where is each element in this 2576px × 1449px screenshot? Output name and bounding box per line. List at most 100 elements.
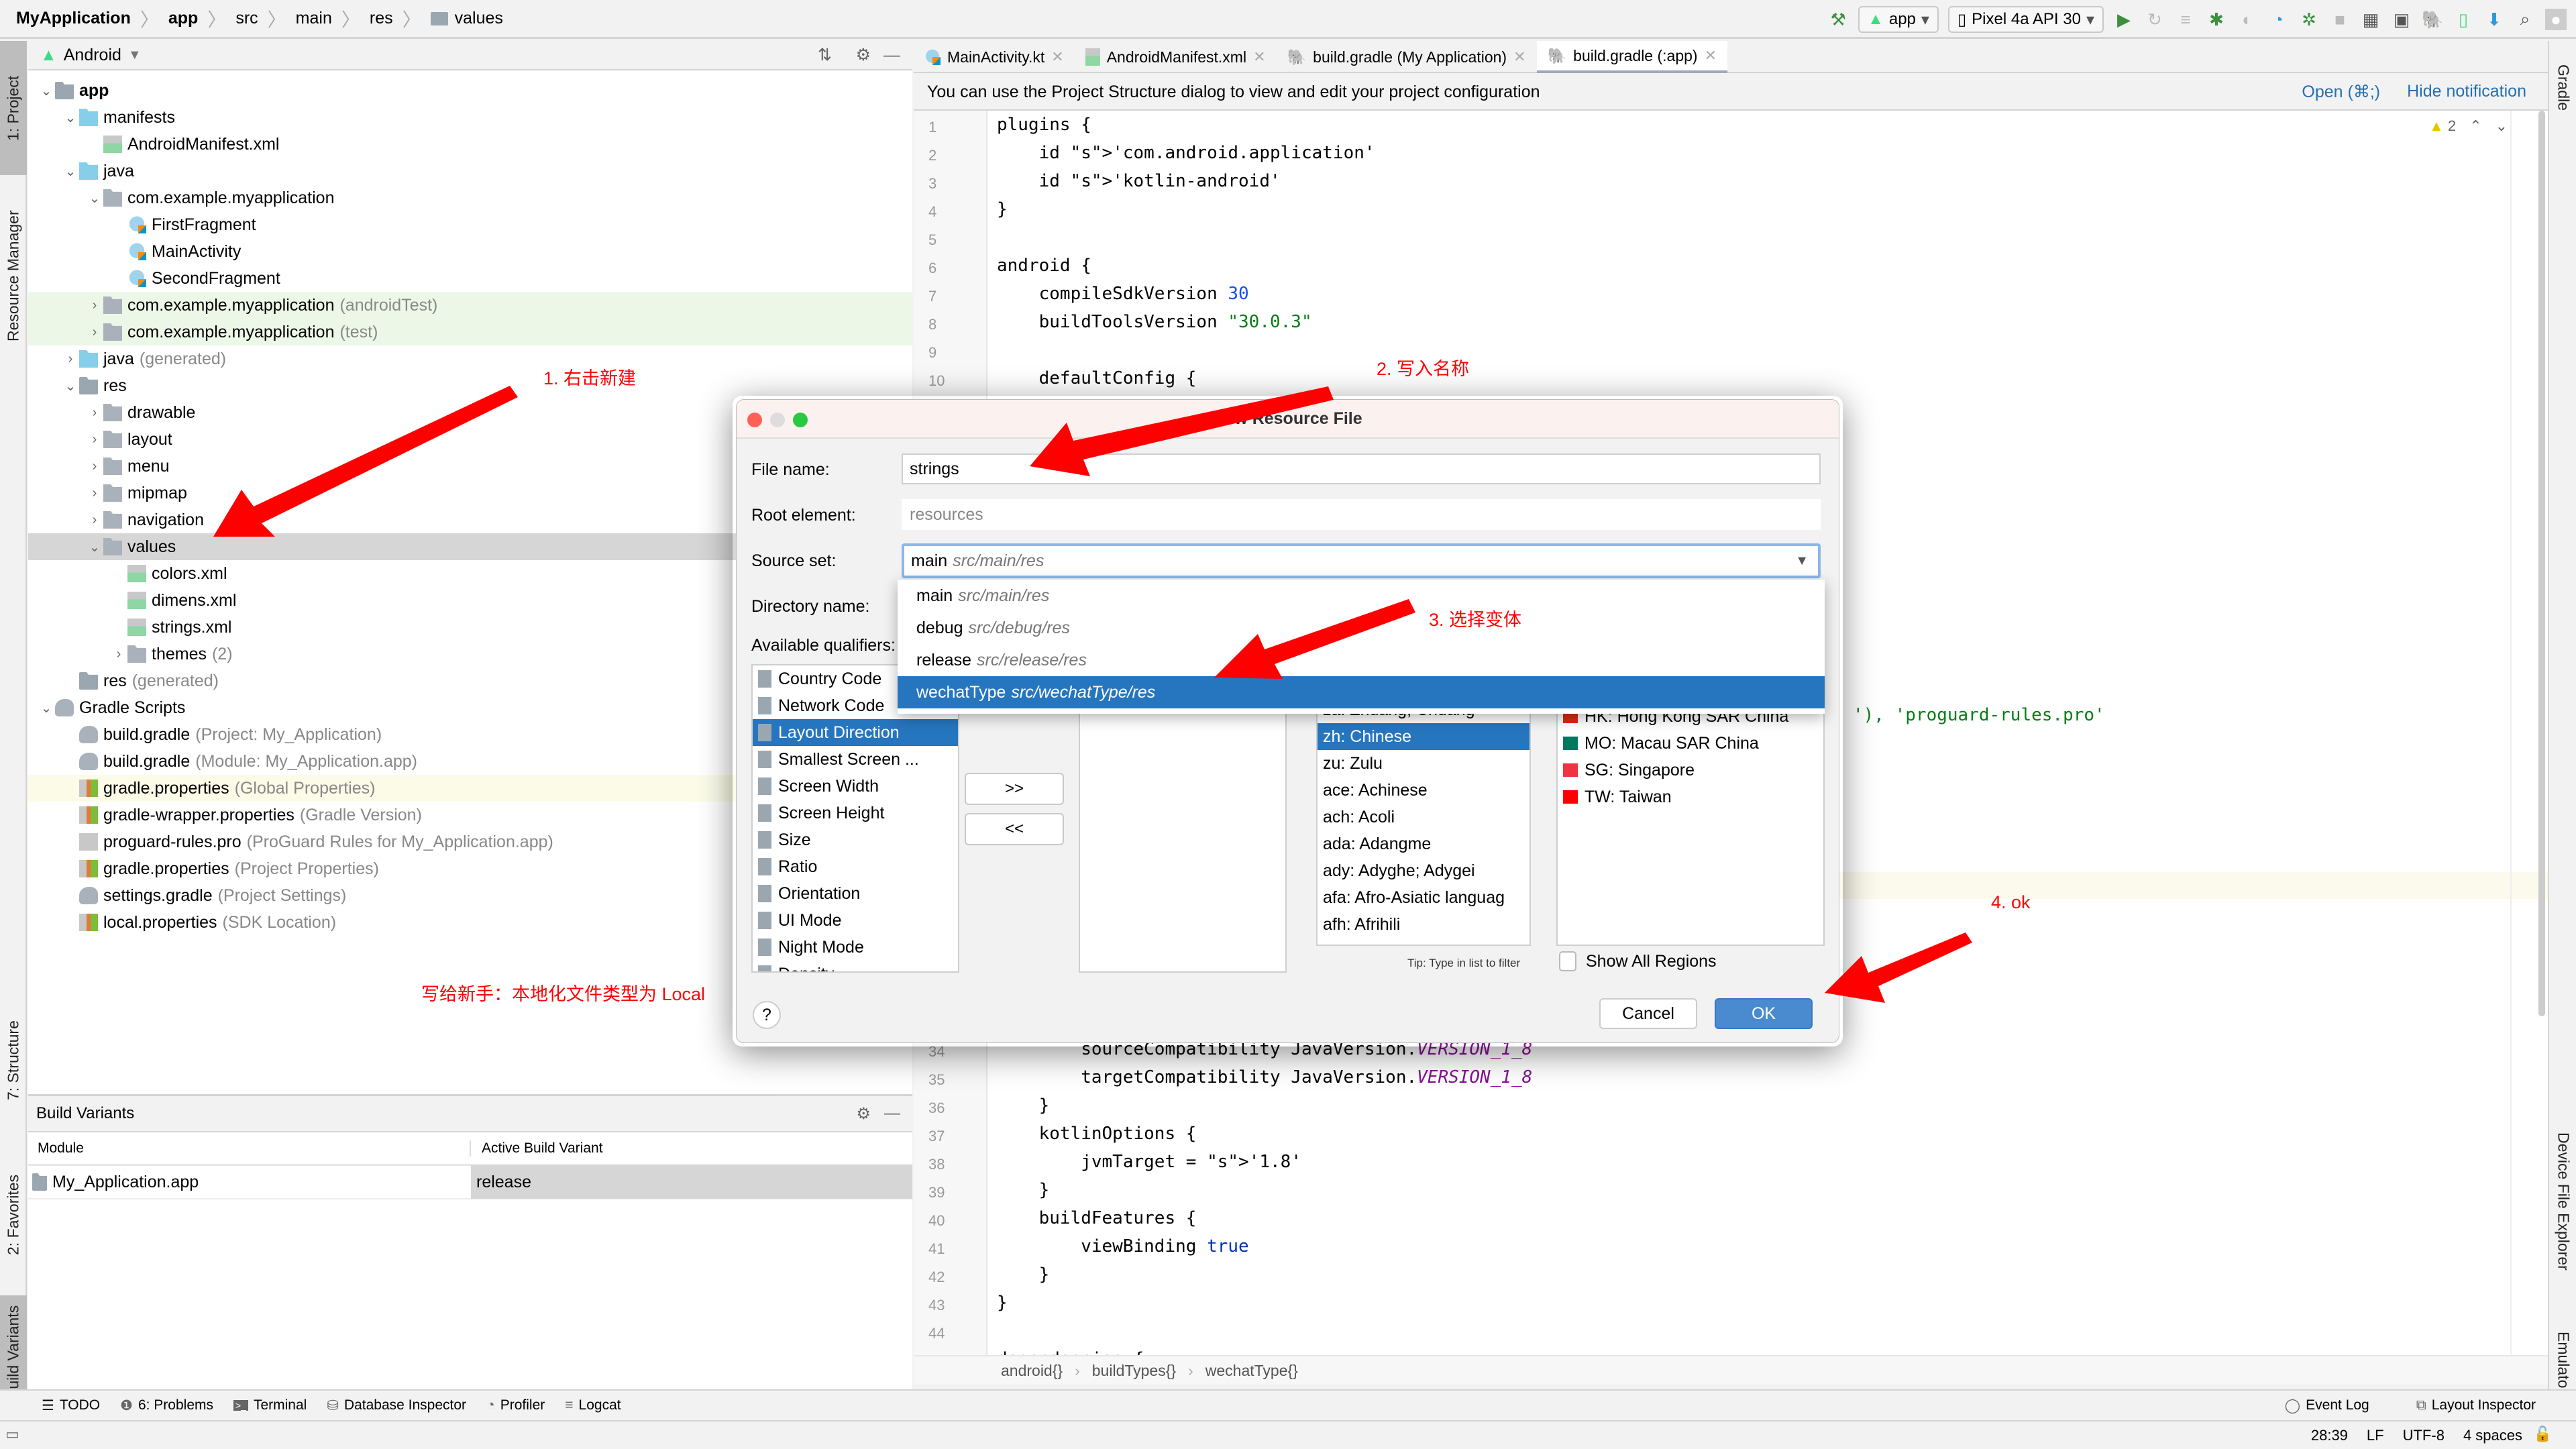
qualifier-item[interactable]: Screen Height <box>753 800 958 826</box>
line-separator[interactable]: LF <box>2367 1427 2384 1444</box>
tree-item[interactable]: MainActivity <box>28 238 912 265</box>
build-hammer-icon[interactable]: ⚒ <box>1827 9 1849 30</box>
logcat-button[interactable]: ≡ Logcat <box>565 1397 621 1413</box>
variant-select[interactable]: release <box>471 1165 912 1199</box>
apply-code-changes-icon[interactable]: ≡ <box>2175 9 2196 30</box>
language-item[interactable]: ach: Acoli <box>1318 804 1529 830</box>
crumb-buildtypes[interactable]: buildTypes{} <box>1092 1362 1176 1380</box>
breadcrumb-app[interactable]: app <box>168 9 198 28</box>
caret-position[interactable]: 28:39 <box>2311 1427 2348 1444</box>
tree-item[interactable]: › java (generated) <box>28 345 912 372</box>
qualifier-item[interactable]: UI Mode <box>753 907 958 934</box>
project-structure-icon[interactable]: ▦ <box>2360 9 2381 30</box>
tree-item[interactable]: ⌄ res <box>28 372 912 399</box>
minimize-icon[interactable]: — <box>884 1104 900 1123</box>
chevron-down-icon[interactable]: ⌄ <box>62 109 79 126</box>
source-set-select[interactable]: main src/main/res ▼ <box>902 543 1821 578</box>
region-item[interactable]: SG: Singapore <box>1558 757 1823 784</box>
language-item[interactable]: zu: Zulu <box>1318 750 1529 777</box>
chevron-right-icon[interactable]: › <box>86 298 103 313</box>
chevron-right-icon[interactable]: › <box>110 647 127 662</box>
minimize-icon[interactable]: — <box>883 46 900 65</box>
tab-resource-manager[interactable]: Resource Manager <box>0 189 27 363</box>
source-set-option[interactable]: debug src/debug/res <box>898 612 1825 644</box>
stop-icon[interactable]: ■ <box>2329 9 2351 30</box>
event-log-button[interactable]: ◯ Event Log <box>2285 1397 2369 1414</box>
chevron-down-icon[interactable]: ▼ <box>128 48 142 63</box>
qualifier-item[interactable]: Size <box>753 826 958 853</box>
apply-changes-icon[interactable]: ↻ <box>2144 9 2165 30</box>
previous-highlight-icon[interactable]: ⌃ <box>2469 117 2481 135</box>
remove-qualifier-button[interactable]: << <box>965 813 1064 845</box>
terminal-button[interactable]: >_ Terminal <box>233 1397 307 1413</box>
table-row[interactable]: My_Application.app release <box>28 1165 912 1199</box>
tree-item[interactable]: SecondFragment <box>28 265 912 292</box>
chevron-down-icon[interactable]: ⌄ <box>38 700 55 716</box>
qualifier-item[interactable]: Orientation <box>753 880 958 907</box>
open-project-structure-link[interactable]: Open (⌘;) <box>2302 82 2380 102</box>
collapse-all-icon[interactable]: ⇅ <box>818 45 832 65</box>
region-item[interactable]: MO: Macau SAR China <box>1558 730 1823 757</box>
chevron-right-icon[interactable]: › <box>86 513 103 528</box>
language-item[interactable]: afa: Afro-Asiatic languag <box>1318 884 1529 911</box>
hide-notification-link[interactable]: Hide notification <box>2407 82 2526 102</box>
tree-item[interactable]: › com.example.myapplication (androidTest) <box>28 292 912 319</box>
root-element-input[interactable]: resources <box>902 499 1821 530</box>
breadcrumb-main[interactable]: main <box>296 9 332 28</box>
source-set-option[interactable]: main src/main/res <box>898 580 1825 612</box>
qualifier-item[interactable]: Ratio <box>753 853 958 880</box>
layout-inspector-button[interactable]: ⧉ Layout Inspector <box>2416 1397 2536 1414</box>
chevron-down-icon[interactable]: ⌄ <box>62 163 79 180</box>
toggle-tool-windows-icon[interactable]: ▭ <box>5 1426 19 1443</box>
tree-item[interactable]: FirstFragment <box>28 211 912 238</box>
sdk-manager-icon[interactable]: ⬇ <box>2483 9 2505 30</box>
attach-debugger-icon[interactable]: ✲ <box>2298 9 2320 30</box>
tab-build-gradle-app[interactable]: 🐘 build.gradle (:app) ✕ <box>1536 41 1728 73</box>
vertical-scrollbar[interactable] <box>2538 111 2545 1016</box>
close-window-button[interactable] <box>747 413 762 427</box>
chevron-down-icon[interactable]: ⌄ <box>62 378 79 394</box>
qualifier-item[interactable]: Screen Width <box>753 773 958 800</box>
qualifier-item[interactable]: Layout Direction <box>753 719 958 746</box>
chevron-down-icon[interactable]: ⌄ <box>86 539 103 555</box>
chevron-down-icon[interactable]: ⌄ <box>38 83 55 99</box>
file-encoding[interactable]: UTF-8 <box>2403 1427 2445 1444</box>
language-item[interactable]: zh: Chinese <box>1318 723 1529 750</box>
tree-item[interactable]: ⌄ java <box>28 158 912 184</box>
tree-item[interactable]: ⌄ app <box>28 77 912 104</box>
close-icon[interactable]: ✕ <box>1253 48 1265 66</box>
language-item[interactable]: afh: Afrihili <box>1318 911 1529 938</box>
debug-icon[interactable]: ✱ <box>2206 9 2227 30</box>
todo-button[interactable]: ☰ TODO <box>42 1397 100 1414</box>
breadcrumb-project[interactable]: MyApplication <box>16 9 131 28</box>
device-select[interactable]: ▯ Pixel 4a API 30 ▾ <box>1947 6 2104 33</box>
close-icon[interactable]: ✕ <box>1513 48 1525 66</box>
chevron-right-icon[interactable]: › <box>86 325 103 340</box>
zoom-window-button[interactable] <box>793 413 808 427</box>
language-item[interactable]: ada: Adangme <box>1318 830 1529 857</box>
crumb-wechattype[interactable]: wechatType{} <box>1205 1362 1298 1380</box>
chevron-right-icon[interactable]: › <box>86 486 103 501</box>
breadcrumb-values[interactable]: values <box>455 9 503 28</box>
qualifier-item[interactable]: Smallest Screen ... <box>753 746 958 773</box>
source-set-option[interactable]: wechatType src/wechatType/res <box>898 676 1825 708</box>
cancel-button[interactable]: Cancel <box>1599 998 1697 1029</box>
language-item[interactable]: ady: Adyghe; Adygei <box>1318 857 1529 884</box>
tab-androidmanifest[interactable]: AndroidManifest.xml ✕ <box>1075 41 1277 73</box>
tab-structure[interactable]: 7: Structure <box>0 980 27 1141</box>
breadcrumb-res[interactable]: res <box>370 9 393 28</box>
chevron-down-icon[interactable]: ⌄ <box>86 190 103 207</box>
tree-item[interactable]: › com.example.myapplication (test) <box>28 319 912 345</box>
close-icon[interactable]: ✕ <box>1051 48 1063 66</box>
avd-manager-icon[interactable]: ▯ <box>2453 9 2474 30</box>
account-icon[interactable]: ● <box>2545 9 2567 30</box>
ok-button[interactable]: OK <box>1715 998 1813 1029</box>
profile-icon[interactable]: ◔ <box>2267 9 2289 30</box>
show-all-regions[interactable]: Show All Regions <box>1559 951 1717 971</box>
tree-item[interactable]: ⌄ manifests <box>28 104 912 131</box>
crumb-android[interactable]: android{} <box>1001 1362 1063 1380</box>
run-config-select[interactable]: ▲ app ▾ <box>1858 6 1939 33</box>
language-item[interactable]: ace: Achinese <box>1318 777 1529 804</box>
chevron-right-icon[interactable]: › <box>62 352 79 367</box>
profiler-button[interactable]: ◔ Profiler <box>486 1397 545 1413</box>
